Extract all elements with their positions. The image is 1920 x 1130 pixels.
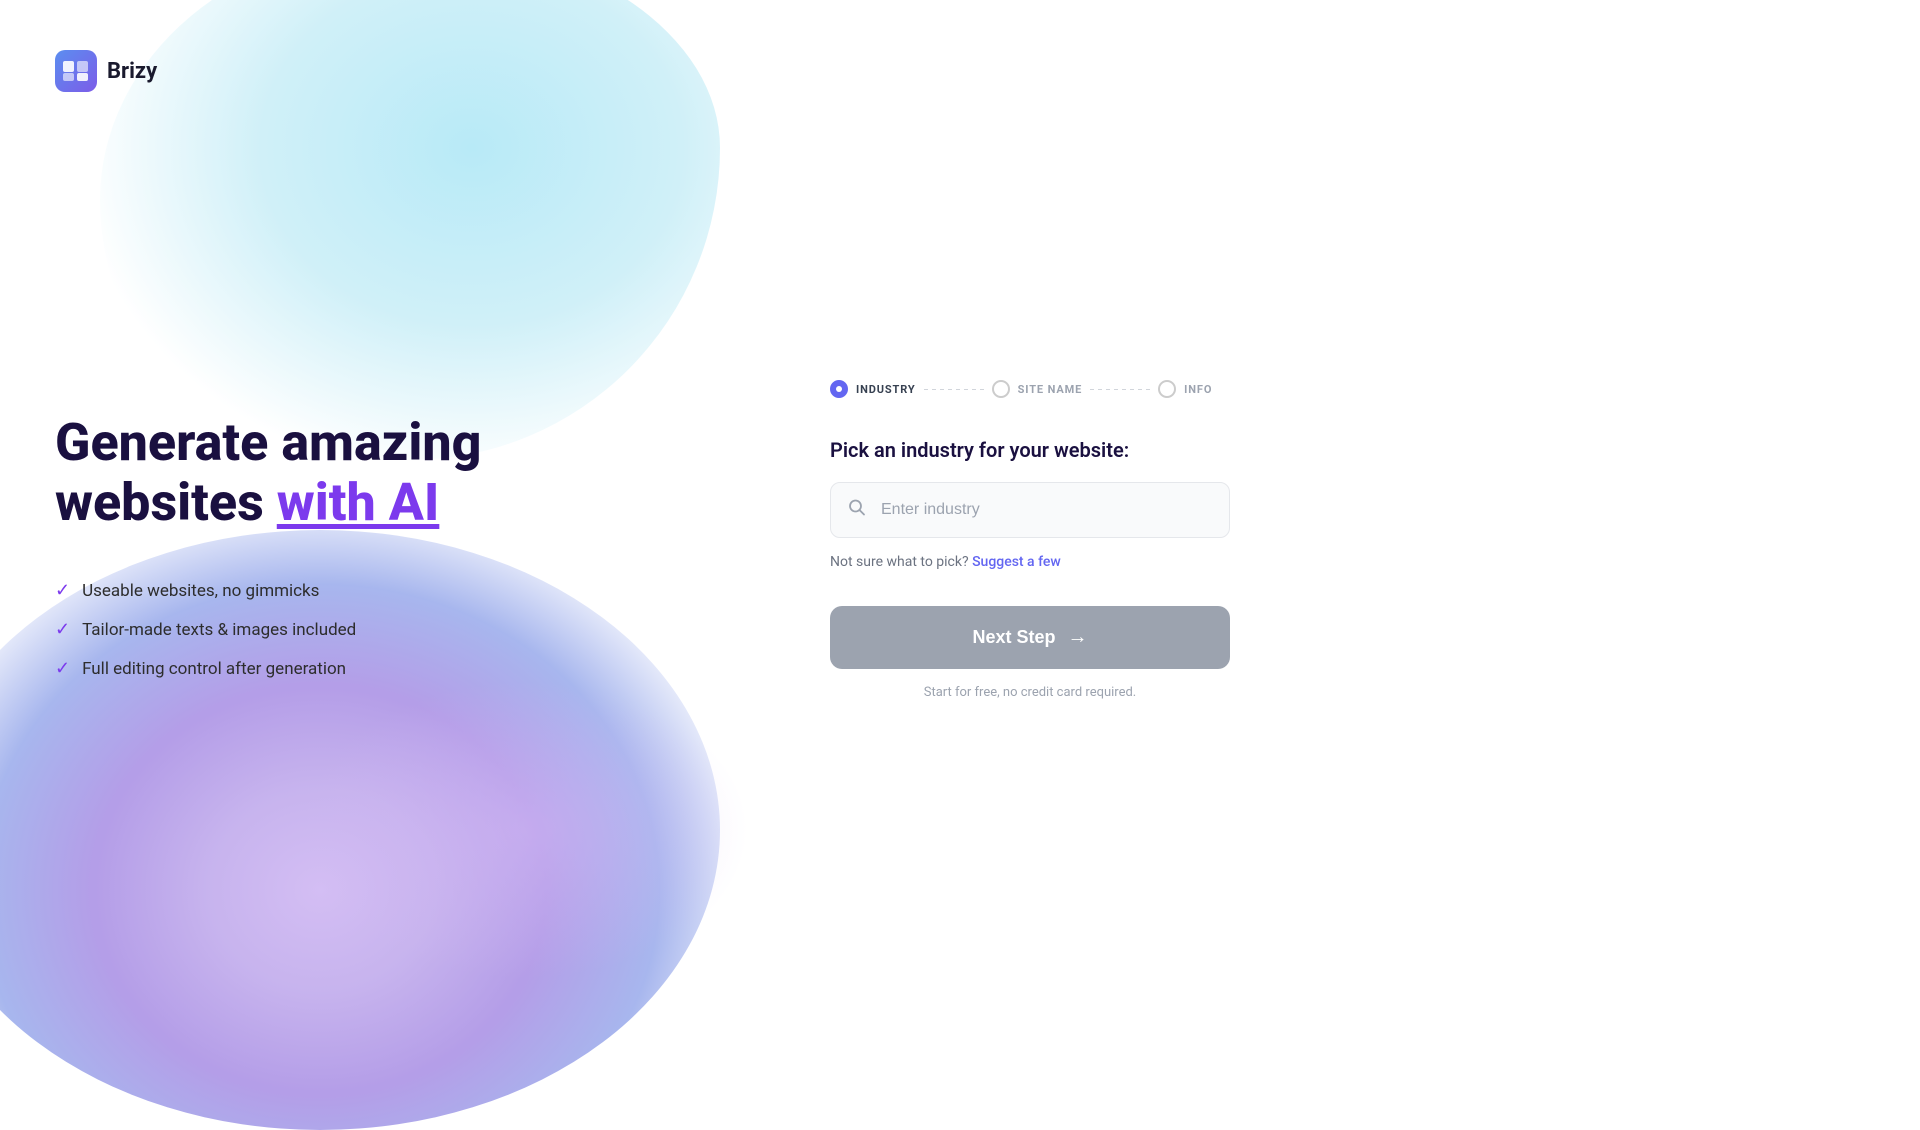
step-label-industry: INDUSTRY <box>856 383 916 396</box>
next-step-label: Next Step <box>972 627 1055 648</box>
form-label: Pick an industry for your website: <box>830 438 1800 462</box>
logo-icon <box>55 50 97 92</box>
step-industry: INDUSTRY <box>830 380 916 398</box>
hero-title-line2-plain: websites <box>55 472 277 533</box>
right-panel: INDUSTRY SITE NAME INFO Pick an industry… <box>750 0 1920 1080</box>
page-layout: Brizy Generate amazing websites with AI … <box>0 0 1920 1080</box>
stepper: INDUSTRY SITE NAME INFO <box>830 380 1800 398</box>
logo-area: Brizy <box>55 50 690 92</box>
features-list: ✓ Useable websites, no gimmicks ✓ Tailor… <box>55 580 690 679</box>
step-circle-site-name <box>992 380 1010 398</box>
search-input-wrapper <box>830 482 1800 538</box>
feature-item: ✓ Tailor-made texts & images included <box>55 619 690 640</box>
feature-text-1: Useable websites, no gimmicks <box>82 581 319 601</box>
hero-title-highlight: with AI <box>277 472 440 533</box>
hero-content: Generate amazing websites with AI ✓ Usea… <box>55 92 690 1020</box>
hero-title-line1: Generate amazing <box>55 412 481 473</box>
feature-item: ✓ Full editing control after generation <box>55 658 690 679</box>
search-icon <box>848 499 866 522</box>
step-site-name: SITE NAME <box>992 380 1083 398</box>
check-icon-2: ✓ <box>55 619 70 640</box>
feature-text-2: Tailor-made texts & images included <box>82 620 356 640</box>
suggest-text: Not sure what to pick? Suggest a few <box>830 554 1800 570</box>
check-icon-1: ✓ <box>55 580 70 601</box>
free-text: Start for free, no credit card required. <box>830 685 1230 700</box>
check-icon-3: ✓ <box>55 658 70 679</box>
step-circle-info <box>1158 380 1176 398</box>
industry-input[interactable] <box>830 482 1230 538</box>
logo-name: Brizy <box>107 59 157 84</box>
step-divider-2 <box>1090 389 1150 390</box>
step-label-site-name: SITE NAME <box>1018 383 1083 396</box>
step-label-info: INFO <box>1184 383 1212 396</box>
suggest-prefix: Not sure what to pick? <box>830 554 972 570</box>
feature-item: ✓ Useable websites, no gimmicks <box>55 580 690 601</box>
step-info: INFO <box>1158 380 1212 398</box>
suggest-link[interactable]: Suggest a few <box>972 554 1061 570</box>
step-circle-industry <box>830 380 848 398</box>
hero-title: Generate amazing websites with AI <box>55 413 690 533</box>
arrow-right-icon: → <box>1068 626 1088 649</box>
feature-text-3: Full editing control after generation <box>82 659 346 679</box>
next-step-button[interactable]: Next Step → <box>830 606 1230 669</box>
step-divider-1 <box>924 389 984 390</box>
left-panel: Brizy Generate amazing websites with AI … <box>0 0 750 1080</box>
